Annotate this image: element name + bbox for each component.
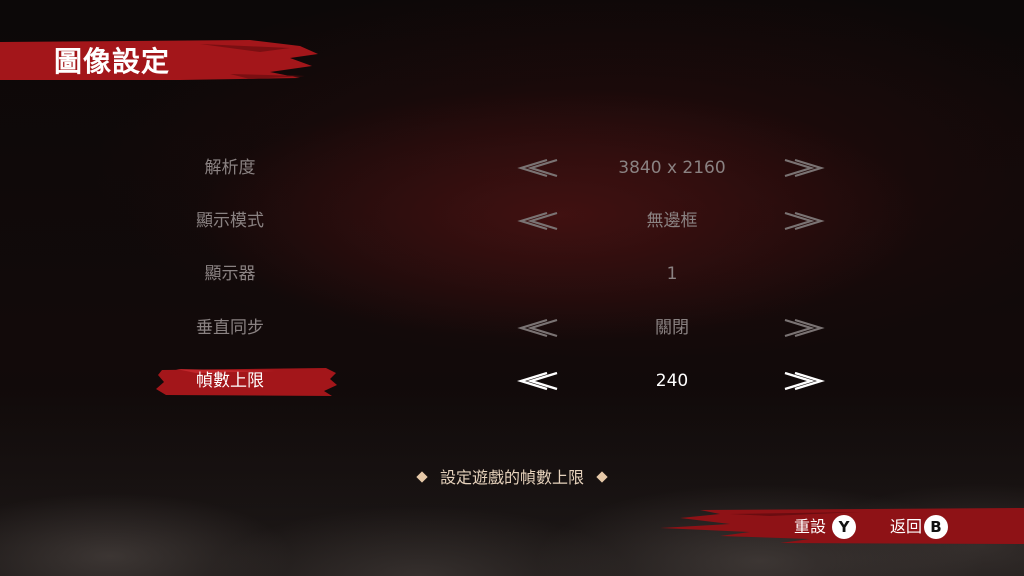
setting-label: 解析度 <box>204 158 256 178</box>
setting-description: 設定遊戲的幀數上限 <box>0 464 1024 492</box>
setting-row-vsync[interactable]: 垂直同步 關閉 <box>0 308 1024 348</box>
setting-label: 幀數上限 <box>196 371 264 391</box>
setting-value: 無邊框 <box>646 211 698 231</box>
diamond-icon <box>416 470 428 483</box>
chevron-left-icon[interactable] <box>517 369 561 393</box>
back-button[interactable]: 返回 B <box>890 512 949 542</box>
setting-label: 顯示模式 <box>196 211 264 231</box>
graphics-settings-screen: 圖像設定 解析度 3840 x 2160 顯示模式 無邊框 顯示器 1 垂直同步… <box>0 0 1024 576</box>
setting-row-resolution[interactable]: 解析度 3840 x 2160 <box>0 148 1024 188</box>
chevron-right-icon[interactable] <box>781 156 825 180</box>
setting-row-frame-limit[interactable]: 幀數上限 240 <box>0 361 1024 401</box>
chevron-left-icon[interactable] <box>517 209 561 233</box>
back-label: 返回 <box>890 517 923 536</box>
hint-text: 設定遊戲的幀數上限 <box>439 468 584 487</box>
b-button-icon: B <box>924 514 949 539</box>
diamond-icon <box>596 470 608 483</box>
setting-row-display-mode[interactable]: 顯示模式 無邊框 <box>0 201 1024 241</box>
chevron-right-icon[interactable] <box>781 316 825 340</box>
chevron-right-icon[interactable] <box>781 369 825 393</box>
setting-label: 垂直同步 <box>196 318 264 338</box>
setting-value: 240 <box>655 371 689 391</box>
reset-button[interactable]: 重設 Y <box>794 512 857 542</box>
setting-row-monitor[interactable]: 顯示器 1 <box>0 254 1024 294</box>
y-button-icon: Y <box>832 514 857 539</box>
setting-value: 1 <box>666 264 678 284</box>
setting-value: 3840 x 2160 <box>618 158 726 178</box>
reset-label: 重設 <box>794 517 827 536</box>
chevron-left-icon[interactable] <box>517 316 561 340</box>
chevron-right-icon[interactable] <box>781 209 825 233</box>
setting-value: 關閉 <box>655 318 689 338</box>
chevron-left-icon[interactable] <box>517 156 561 180</box>
setting-label: 顯示器 <box>204 264 256 284</box>
